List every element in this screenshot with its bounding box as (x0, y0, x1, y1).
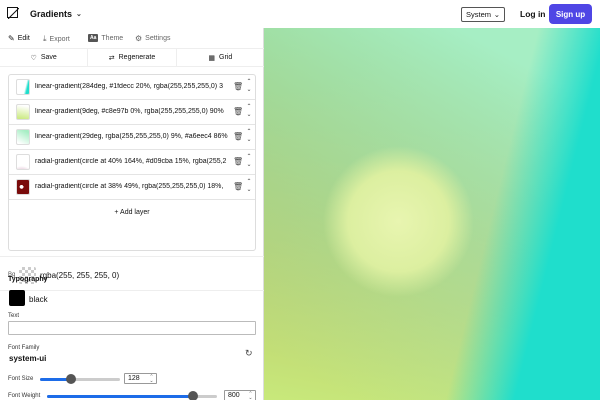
download-icon: ⤓ (43, 34, 47, 43)
layer-row[interactable]: linear-gradient(29deg, rgba(255,255,255,… (9, 125, 255, 150)
text-color-swatch[interactable] (9, 290, 25, 306)
chevron-up-icon[interactable]: ⌃ (245, 103, 253, 111)
font-family-value[interactable]: system-ui (9, 354, 46, 363)
chevron-down-icon[interactable]: ⌄ (245, 186, 253, 194)
chevron-up-icon[interactable]: ⌃ (245, 178, 253, 186)
save-label: Save (40, 54, 57, 61)
tab-label: Export (49, 35, 70, 43)
font-family-label: Font Family (8, 345, 40, 351)
layer-gradient-text[interactable]: linear-gradient(284deg, #1fdecc 20%, rgb… (35, 83, 231, 90)
brand-menu[interactable]: Gradients ⌄ (30, 9, 82, 19)
text-input[interactable] (8, 321, 256, 335)
tab-label: Settings (145, 35, 171, 42)
chevron-up-icon[interactable]: ⌃ (245, 78, 253, 86)
trash-icon[interactable]: 🗑 (233, 182, 243, 191)
logo-icon[interactable] (7, 7, 19, 19)
theme-select[interactable]: System ⌄ (461, 7, 505, 22)
font-size-value: 128 (128, 375, 140, 382)
layer-swatch[interactable] (16, 179, 30, 195)
trash-icon[interactable]: 🗑 (233, 157, 243, 166)
font-weight-input[interactable]: 800 ⌃ ⌄ (224, 390, 256, 400)
layer-gradient-text[interactable]: radial-gradient(circle at 38% 49%, rgba(… (35, 183, 231, 190)
save-button[interactable]: ♡ Save (0, 49, 89, 66)
grid-button[interactable]: ▦ Grid (177, 49, 264, 66)
brand-title: Gradients (30, 9, 73, 19)
layer-swatch[interactable] (16, 154, 30, 170)
layer-swatch[interactable] (16, 104, 30, 120)
regenerate-label: Regenerate (118, 54, 156, 61)
font-weight-slider-fill (47, 395, 194, 398)
reorder-controls[interactable]: ⌃ ⌄ (245, 153, 253, 169)
gear-icon: ⚙ (135, 34, 143, 43)
add-layer-button[interactable]: + Add layer (9, 202, 255, 222)
tab-edit[interactable]: ✎ Edit (8, 34, 30, 43)
reorder-controls[interactable]: ⌃ ⌄ (245, 178, 253, 194)
grid-icon: ▦ (208, 54, 216, 62)
layer-gradient-text[interactable]: linear-gradient(29deg, rgba(255,255,255,… (35, 133, 231, 140)
font-size-label: Font Size (8, 376, 34, 382)
trash-icon[interactable]: 🗑 (233, 107, 243, 116)
heart-icon: ♡ (30, 54, 37, 62)
trash-icon[interactable]: 🗑 (233, 82, 243, 91)
stepper-icon[interactable]: ⌃ ⌄ (148, 375, 155, 384)
login-link[interactable]: Log in (520, 9, 546, 19)
layer-swatch[interactable] (16, 79, 30, 95)
chevron-up-icon[interactable]: ⌃ (245, 128, 253, 136)
text-label: Text (8, 313, 20, 319)
chevron-down-icon[interactable]: ⌄ (245, 136, 253, 144)
grid-label: Grid (219, 54, 233, 61)
chevron-up-icon[interactable]: ⌃ (245, 153, 253, 161)
tab-settings[interactable]: ⚙ Settings (135, 34, 170, 43)
font-weight-label: Font Weight (8, 393, 41, 399)
layer-list: linear-gradient(284deg, #1fdecc 20%, rgb… (8, 74, 256, 251)
font-weight-slider-thumb[interactable] (188, 391, 199, 400)
tab-theme[interactable]: Aa Theme (88, 34, 123, 42)
layer-swatch[interactable] (16, 129, 30, 145)
stepper-icon[interactable]: ⌃ ⌄ (247, 392, 254, 400)
app-header: Gradients ⌄ System ⌄ Log in Sign up (0, 0, 600, 28)
font-size-input[interactable]: 128 ⌃ ⌄ (124, 373, 157, 384)
action-toolbar: ♡ Save ⇄ Regenerate ▦ Grid (0, 48, 264, 67)
tab-bar: ✎ Edit ⤓ Export Aa Theme ⚙ Settings (0, 28, 264, 48)
gradient-preview (264, 28, 600, 400)
font-size-slider[interactable] (40, 374, 120, 384)
font-size-slider-thumb[interactable] (66, 374, 77, 384)
background-row: Bg rgba(255, 255, 255, 0) (0, 256, 264, 291)
trash-icon[interactable]: 🗑 (233, 132, 243, 141)
refresh-icon[interactable]: ↻ (245, 348, 253, 359)
reorder-controls[interactable]: ⌃ ⌄ (245, 78, 253, 94)
edit-icon: ✎ (8, 34, 15, 43)
theme-icon: Aa (88, 34, 99, 42)
layer-row[interactable]: radial-gradient(circle at 38% 49%, rgba(… (9, 175, 255, 200)
chevron-down-icon: ⌄ (493, 10, 500, 19)
chevron-down-icon[interactable]: ⌄ (245, 161, 253, 169)
layer-row[interactable]: radial-gradient(circle at 40% 164%, #d09… (9, 150, 255, 175)
tab-export[interactable]: ⤓ Export (43, 34, 70, 44)
tab-label: Theme (101, 34, 124, 42)
text-color-name: black (29, 295, 48, 304)
bg-value[interactable]: rgba(255, 255, 255, 0) (40, 271, 119, 280)
layer-gradient-text[interactable]: radial-gradient(circle at 40% 164%, #d09… (35, 158, 231, 165)
regenerate-button[interactable]: ⇄ Regenerate (88, 49, 177, 66)
signup-button[interactable]: Sign up (549, 4, 592, 24)
reorder-controls[interactable]: ⌃ ⌄ (245, 103, 253, 119)
editor-panel: ✎ Edit ⤓ Export Aa Theme ⚙ Settings ♡ Sa… (0, 28, 264, 400)
chevron-down-icon[interactable]: ⌄ (245, 111, 253, 119)
tab-label: Edit (17, 35, 30, 42)
typography-heading: Typography (8, 276, 48, 283)
chevron-down-icon: ⌄ (76, 11, 82, 18)
layer-gradient-text[interactable]: linear-gradient(9deg, #c8e97b 0%, rgba(2… (35, 108, 231, 115)
shuffle-icon: ⇄ (108, 54, 115, 62)
reorder-controls[interactable]: ⌃ ⌄ (245, 128, 253, 144)
chevron-down-icon[interactable]: ⌄ (245, 86, 253, 94)
font-weight-slider[interactable] (47, 391, 217, 400)
layer-row[interactable]: linear-gradient(284deg, #1fdecc 20%, rgb… (9, 75, 255, 100)
font-weight-value: 800 (228, 392, 240, 399)
layer-row[interactable]: linear-gradient(9deg, #c8e97b 0%, rgba(2… (9, 100, 255, 125)
theme-select-value: System (466, 10, 492, 19)
